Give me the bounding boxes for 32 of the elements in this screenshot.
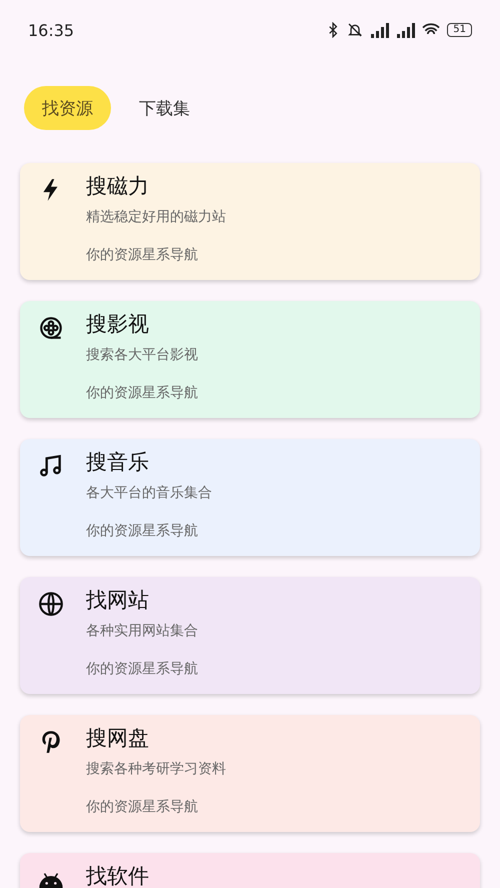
film-reel-icon [38,315,64,341]
card-footer: 你的资源星系导航 [86,383,198,403]
card-subtitle: 搜索各种考研学习资料 [86,760,226,779]
bell-muted-icon [347,22,364,38]
resource-card[interactable]: 搜网盘 搜索各种考研学习资料 你的资源星系导航 [20,715,480,832]
tab[interactable]: 下载集 [121,86,208,130]
card-title: 找软件 [86,863,149,888]
card-footer: 你的资源星系导航 [86,659,198,679]
card-subtitle: 精选稳定好用的磁力站 [86,208,226,227]
card-title: 找网站 [86,587,150,614]
card-subtitle: 搜索各大平台影视 [86,346,198,365]
resource-card[interactable]: 找软件 [20,853,480,888]
battery-level: 51 [447,23,472,37]
card-subtitle: 各大平台的音乐集合 [86,484,212,503]
card-title: 搜影视 [86,311,150,338]
globe-icon [38,591,64,617]
card-footer: 你的资源星系导航 [86,521,212,541]
resource-card[interactable]: 搜磁力 精选稳定好用的磁力站 你的资源星系导航 [20,163,480,280]
card-title: 搜磁力 [86,173,150,200]
music-note-icon [38,453,64,479]
card-title: 搜音乐 [86,449,150,476]
card-footer: 你的资源星系导航 [86,245,226,265]
signal-icon [395,22,416,38]
card-subtitle: 各种实用网站集合 [86,622,198,641]
card-title: 搜网盘 [86,725,150,752]
signal-icon [369,22,390,38]
resource-card[interactable]: 找网站 各种实用网站集合 你的资源星系导航 [20,577,480,694]
tab[interactable]: 找资源 [24,86,111,130]
resource-card[interactable]: 搜影视 搜索各大平台影视 你的资源星系导航 [20,301,480,418]
resource-card[interactable]: 搜音乐 各大平台的音乐集合 你的资源星系导航 [20,439,480,556]
card-footer: 你的资源星系导航 [86,797,226,817]
status-time: 16:35 [28,20,74,40]
